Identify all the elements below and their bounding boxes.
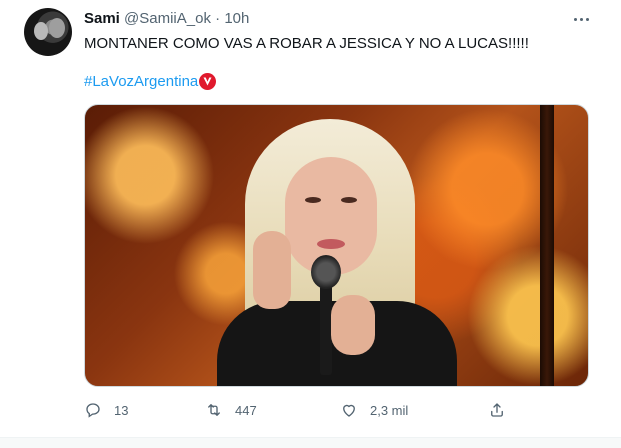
share-icon [491,403,503,417]
tweet-timestamp[interactable]: 10h [224,10,249,27]
reply-icon [86,403,100,418]
reply-count: 13 [114,402,129,418]
person-hand [331,295,375,355]
more-horizontal-icon[interactable] [571,9,591,29]
share-button[interactable] [488,400,506,420]
hashtag-link[interactable]: #LaVozArgentina [84,72,198,92]
person-eye [341,197,357,203]
person-eye [305,197,321,203]
stage-pole [540,105,554,386]
microphone-icon [311,255,341,289]
tweet-actions: 13 447 2,3 mil [84,400,514,420]
retweet-count: 447 [235,402,257,418]
tweet-text: MONTANER COMO VAS A ROBAR A JESSICA Y NO… [84,35,529,52]
like-count: 2,3 mil [370,402,409,418]
retweet-icon [208,404,220,416]
author-name[interactable]: Sami [84,10,120,27]
avatar-figure [34,22,48,40]
separator-dot: · [215,10,221,27]
tweet-header: Sami @SamiiA_ok · 10h [84,10,249,28]
feed-divider [0,437,621,448]
retweet-button[interactable]: 447 [205,400,257,420]
person-hand [253,231,291,309]
heart-icon [343,404,355,417]
author-handle[interactable]: @SamiiA_ok [124,10,211,27]
la-voz-hashflag-icon [199,73,216,90]
avatar[interactable] [24,8,72,56]
tweet-card[interactable]: Sami @SamiiA_ok · 10h MONTANER COMO VAS … [0,0,621,437]
tweet-media-image[interactable] [84,104,589,387]
avatar-figure [49,18,65,38]
reply-button[interactable]: 13 [84,400,128,420]
like-button[interactable]: 2,3 mil [340,400,408,420]
person-lips [317,239,345,249]
